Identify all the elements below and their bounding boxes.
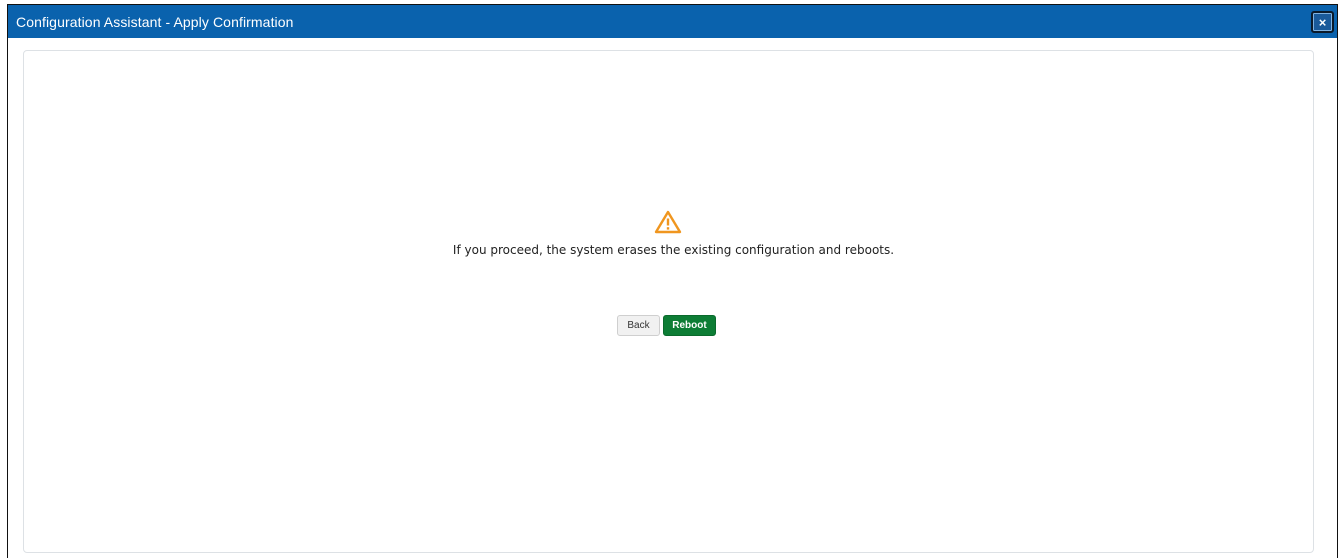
apply-confirmation-window: Configuration Assistant - Apply Confirma…	[7, 4, 1338, 558]
reboot-button[interactable]: Reboot	[663, 315, 716, 336]
window-title: Configuration Assistant - Apply Confirma…	[16, 13, 294, 30]
content-panel	[23, 50, 1314, 553]
back-button[interactable]: Back	[617, 315, 660, 336]
confirmation-message: If you proceed, the system erases the ex…	[452, 243, 895, 257]
warning-triangle-icon	[654, 210, 682, 234]
close-button[interactable]: ×	[1311, 11, 1334, 33]
title-bar: Configuration Assistant - Apply Confirma…	[8, 5, 1337, 38]
close-icon: ×	[1318, 14, 1327, 30]
